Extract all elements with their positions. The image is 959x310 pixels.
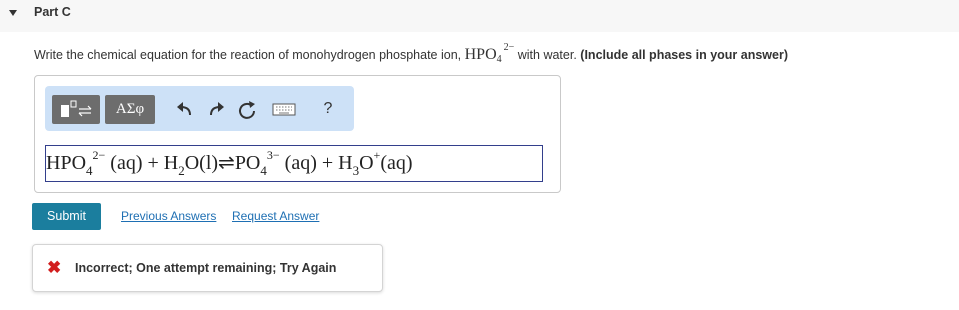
question-formula-subscript: 4 bbox=[496, 54, 502, 65]
question-formula-superscript: 2− bbox=[503, 42, 515, 53]
incorrect-x-icon: ✖ bbox=[47, 258, 62, 277]
eq-equilibrium-arrow: ⇌ bbox=[218, 152, 235, 174]
eq-aq-plus-h: (aq) + H bbox=[284, 152, 353, 174]
eq-water: O(l) bbox=[184, 152, 219, 174]
redo-arrow-icon bbox=[210, 102, 224, 116]
part-header[interactable]: Part C bbox=[0, 0, 959, 32]
eq-subscript: 3 bbox=[352, 163, 360, 178]
keyboard-shortcuts-icon bbox=[272, 103, 296, 116]
greek-letters-button[interactable]: ΑΣφ bbox=[105, 95, 155, 124]
part-title: Part C bbox=[34, 5, 71, 19]
question-formula: HPO bbox=[464, 46, 497, 63]
question-suffix: with water. bbox=[517, 48, 577, 62]
feedback-box: ✖ Incorrect; One attempt remaining; Try … bbox=[32, 244, 383, 292]
answer-container: ΑΣφ ? HPO42− (aq) + H2O(l)⇌PO43− (aq) + … bbox=[34, 75, 561, 193]
request-answer-link[interactable]: Request Answer bbox=[232, 209, 319, 223]
eq-hpo: HPO bbox=[46, 152, 87, 174]
help-icon[interactable]: ? bbox=[317, 98, 339, 120]
answer-equation-input[interactable]: HPO42− (aq) + H2O(l)⇌PO43− (aq) + H3O+(a… bbox=[45, 145, 543, 182]
feedback-message: Incorrect; One attempt remaining; Try Ag… bbox=[75, 261, 337, 275]
eq-aq-plus-h: (aq) + H bbox=[110, 152, 179, 174]
eq-subscript: 2 bbox=[178, 163, 185, 178]
eq-o: O bbox=[359, 152, 374, 174]
redo-icon[interactable] bbox=[205, 98, 227, 120]
submit-button[interactable]: Submit bbox=[32, 203, 101, 230]
keyboard-icon[interactable] bbox=[270, 98, 298, 120]
undo-icon[interactable] bbox=[174, 98, 196, 120]
math-toolbar: ΑΣφ ? bbox=[45, 86, 354, 131]
question-prompt: Write the chemical equation for the reac… bbox=[34, 42, 788, 65]
eq-aq: (aq) bbox=[380, 152, 413, 174]
templates-icon bbox=[61, 100, 92, 117]
previous-answers-link[interactable]: Previous Answers bbox=[121, 209, 216, 223]
refresh-icon bbox=[239, 101, 255, 119]
question-prefix: Write the chemical equation for the reac… bbox=[34, 48, 462, 62]
eq-superscript: 3− bbox=[266, 148, 280, 162]
templates-button[interactable] bbox=[52, 95, 100, 124]
collapse-caret-icon[interactable] bbox=[9, 10, 17, 16]
question-note: (Include all phases in your answer) bbox=[580, 48, 788, 62]
undo-arrow-icon bbox=[177, 102, 191, 116]
eq-superscript: 2− bbox=[92, 148, 106, 162]
eq-po: PO bbox=[234, 152, 261, 174]
eq-superscript: + bbox=[373, 148, 381, 162]
reset-icon[interactable] bbox=[236, 98, 258, 120]
